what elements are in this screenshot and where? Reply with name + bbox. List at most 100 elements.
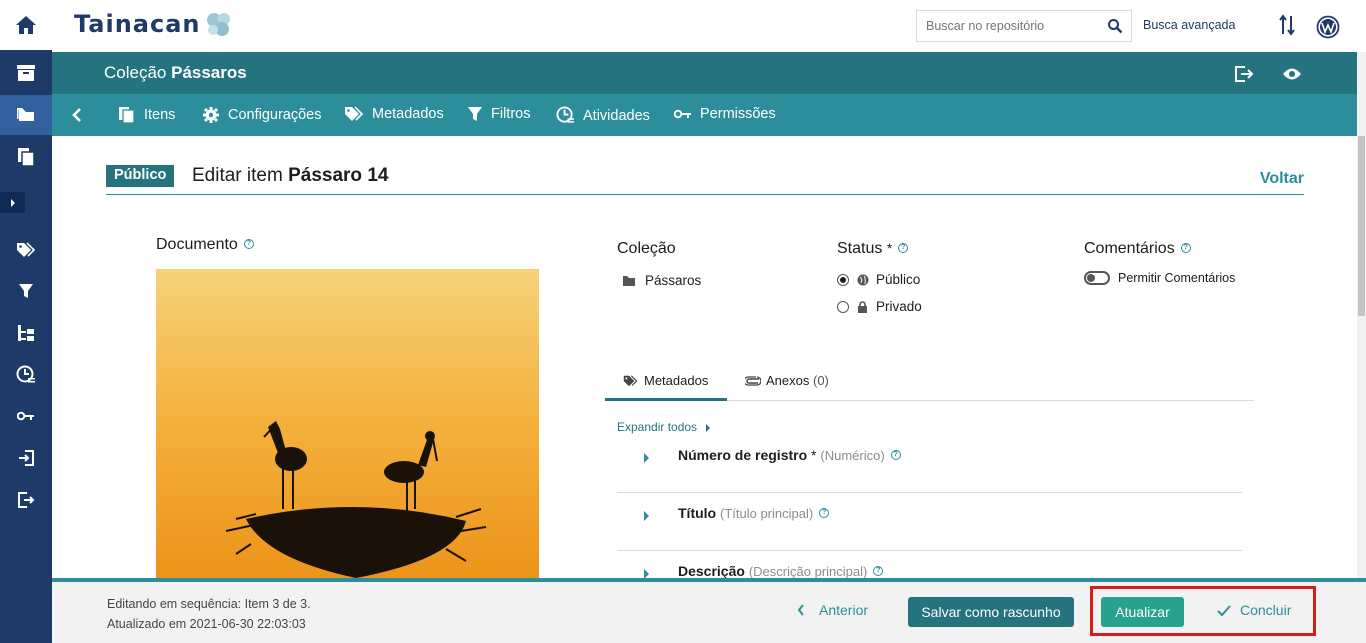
active-tab-indicator: [605, 398, 727, 401]
sidebar-item-collections[interactable]: [0, 95, 52, 135]
expand-all-link[interactable]: Expandir todos: [617, 420, 711, 434]
document-image[interactable]: [156, 269, 539, 578]
document-label-text: Documento: [156, 236, 238, 253]
page-title: Editar item Pássaro 14: [192, 165, 388, 187]
attachments-count: (0): [813, 373, 829, 388]
archive-icon: [17, 65, 35, 81]
status-label: Status *?: [837, 240, 909, 258]
files-icon: [18, 148, 35, 167]
update-button[interactable]: Atualizar: [1101, 597, 1184, 627]
advanced-search-link[interactable]: Busca avançada: [1143, 18, 1235, 32]
page-title-prefix: Editar item: [192, 165, 289, 186]
wordpress-icon[interactable]: [1316, 15, 1340, 39]
sidebar-item-importers[interactable]: [0, 438, 52, 478]
home-button[interactable]: [0, 0, 52, 50]
tab-anexos[interactable]: Anexos (0): [745, 373, 829, 388]
save-draft-button[interactable]: Salvar como rascunho: [908, 597, 1074, 627]
export-icon: [18, 492, 35, 508]
field-name: Número de registro: [678, 447, 808, 463]
search-box[interactable]: [916, 10, 1132, 42]
globe-icon: [857, 274, 869, 285]
field-description[interactable]: Descrição (Descrição principal)?: [617, 551, 1242, 578]
sidebar-item-repository[interactable]: [0, 53, 52, 93]
finish-label: Concluir: [1240, 602, 1292, 618]
comments-toggle-row[interactable]: Permitir Comentários: [1084, 271, 1235, 285]
field-type: (Descrição principal): [748, 564, 868, 578]
status-option-public[interactable]: Público: [837, 272, 920, 287]
back-chevron-icon[interactable]: [72, 108, 82, 122]
tab-label: Atividades: [583, 107, 650, 124]
comments-label-text: Comentários: [1084, 240, 1175, 257]
help-icon[interactable]: ?: [873, 566, 884, 576]
help-icon[interactable]: ?: [243, 239, 254, 249]
sidebar-expand-toggle[interactable]: [0, 192, 25, 213]
sort-arrows-icon[interactable]: [1279, 14, 1295, 36]
sidebar-item-taxonomies[interactable]: [0, 313, 52, 353]
status-option-private[interactable]: Privado: [837, 299, 922, 314]
sidebar-item-items[interactable]: [0, 137, 52, 177]
expand-all-label: Expandir todos: [617, 420, 698, 434]
metadata-tab-label: Metadados: [644, 373, 709, 388]
title-divider: [106, 194, 1304, 195]
eye-icon[interactable]: [1282, 67, 1302, 81]
tab-settings[interactable]: Configurações: [202, 106, 322, 124]
sidebar-item-filters[interactable]: [0, 271, 52, 311]
search-icon[interactable]: [1107, 18, 1123, 34]
logo-mark-icon: [206, 13, 230, 36]
sidebar-item-metadata[interactable]: [0, 230, 52, 270]
tab-items[interactable]: Itens: [118, 106, 175, 124]
collection-label: Coleção: [617, 240, 676, 257]
activities-icon: [16, 365, 35, 383]
tainacan-logo[interactable]: Tainacan: [74, 10, 233, 38]
finish-button[interactable]: Concluir: [1217, 602, 1291, 618]
sequence-text: Editando em sequência: Item 3 de 3.: [107, 597, 311, 611]
field-type: (Título principal): [720, 506, 814, 521]
home-icon: [16, 16, 36, 34]
collection-title: Coleção Pássaros: [104, 63, 247, 83]
help-icon[interactable]: ?: [898, 243, 909, 253]
tab-metadados[interactable]: Metadados: [623, 373, 708, 388]
field-label: Título (Título principal)?: [678, 505, 830, 521]
main-content: Público Editar item Pássaro 14 Voltar Do…: [52, 136, 1357, 578]
radio-public[interactable]: [837, 273, 849, 286]
required-mark: *: [886, 240, 893, 256]
collection-tabs: Itens Configurações Metadados Filtros At…: [52, 94, 1357, 136]
field-title[interactable]: Título (Título principal)?: [617, 493, 1242, 551]
tab-label: Metadados: [372, 106, 444, 122]
page-scrollbar[interactable]: [1357, 52, 1366, 578]
field-label: Número de registro * (Numérico)?: [678, 447, 901, 463]
radio-private[interactable]: [837, 300, 849, 313]
search-input[interactable]: [926, 19, 1101, 33]
sidebar-item-activities[interactable]: [0, 355, 52, 395]
caret-right-icon: [10, 198, 15, 207]
comments-toggle[interactable]: [1084, 271, 1110, 285]
back-link[interactable]: Voltar: [1260, 170, 1304, 188]
exit-icon[interactable]: [1234, 65, 1254, 83]
status-option-label: Público: [876, 272, 921, 287]
previous-button[interactable]: Anterior: [797, 602, 868, 618]
tab-filters[interactable]: Filtros: [467, 106, 530, 122]
paperclip-icon: [745, 375, 761, 386]
collection-header: Coleção Pássaros: [52, 52, 1357, 94]
top-bar: Tainacan Busca avançada: [52, 0, 1366, 52]
caret-right-icon: [706, 423, 711, 432]
sidebar-item-permissions[interactable]: [0, 396, 52, 436]
document-label: Documento?: [156, 236, 254, 254]
tags-icon: [17, 242, 36, 257]
help-icon[interactable]: ?: [1180, 243, 1191, 253]
field-label: Descrição (Descrição principal)?: [678, 563, 884, 578]
sidebar: [0, 0, 52, 643]
tab-activities[interactable]: Atividades: [556, 106, 650, 125]
tab-metadata[interactable]: Metadados: [344, 106, 444, 122]
scrollbar-thumb[interactable]: [1358, 136, 1365, 316]
field-registration-number[interactable]: Número de registro * (Numérico)?: [617, 435, 1242, 493]
status-badge: Público: [106, 165, 175, 187]
tab-permissions[interactable]: Permissões: [674, 106, 776, 122]
help-icon[interactable]: ?: [819, 508, 830, 518]
sidebar-item-exporters[interactable]: [0, 480, 52, 520]
key-icon: [674, 109, 691, 119]
required-mark: *: [811, 447, 817, 463]
help-icon[interactable]: ?: [890, 450, 901, 460]
folders-icon: [17, 108, 34, 121]
tags-icon: [623, 374, 638, 386]
